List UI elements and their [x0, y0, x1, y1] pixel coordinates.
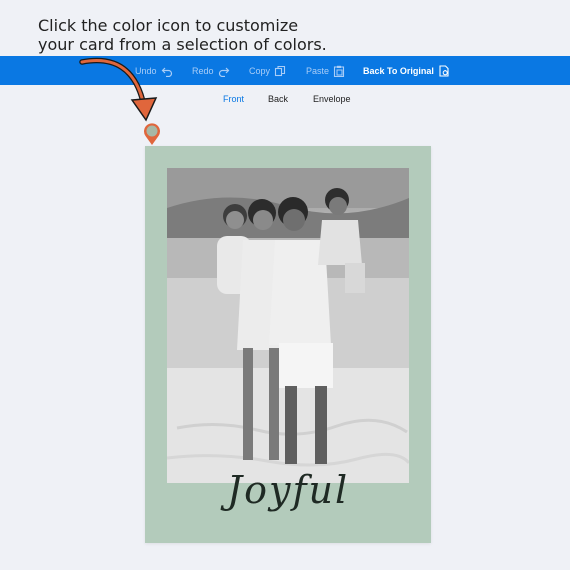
- redo-label: Redo: [192, 65, 214, 76]
- tab-envelope[interactable]: Envelope: [313, 94, 351, 104]
- tab-back[interactable]: Back: [268, 94, 288, 104]
- copy-label: Copy: [249, 65, 271, 76]
- redo-button[interactable]: Redo: [192, 56, 230, 85]
- family-photo-image: [167, 168, 409, 483]
- card-greeting-text[interactable]: Joyful: [145, 468, 431, 512]
- copy-button[interactable]: Copy: [249, 56, 286, 85]
- back-to-original-label: Back To Original: [363, 65, 434, 76]
- card-front-preview[interactable]: Joyful: [145, 146, 431, 543]
- color-picker-pin-icon[interactable]: [142, 122, 162, 146]
- copy-icon: [274, 65, 286, 76]
- instruction-line-1: Click the color icon to customize: [38, 16, 299, 35]
- family-photo[interactable]: [167, 168, 409, 483]
- restore-document-icon: [439, 64, 449, 77]
- back-to-original-button[interactable]: Back To Original: [363, 56, 450, 85]
- instruction-text: Click the color icon to customize your c…: [38, 16, 327, 54]
- paste-button[interactable]: Paste: [306, 56, 345, 85]
- paste-icon: [333, 65, 345, 77]
- tab-front[interactable]: Front: [223, 94, 244, 104]
- paste-label: Paste: [306, 65, 330, 76]
- redo-icon: [218, 67, 229, 77]
- instruction-line-2: your card from a selection of colors.: [38, 35, 327, 54]
